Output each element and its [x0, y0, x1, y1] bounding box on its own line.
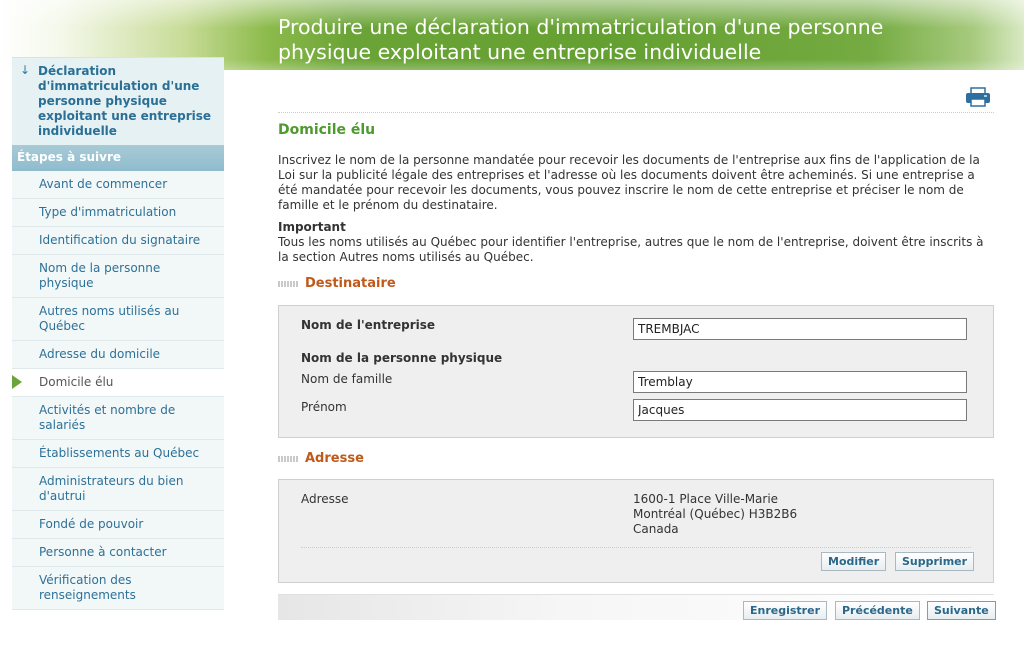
adresse-heading-label: Adresse	[305, 451, 364, 466]
sidebar-item-verification[interactable]: Vérification des renseignements	[12, 567, 224, 610]
person-heading: Nom de la personne physique	[301, 351, 503, 365]
divider	[301, 547, 971, 548]
sidebar-item-type-immatriculation[interactable]: Type d'immatriculation	[12, 199, 224, 227]
sidebar-item-domicile-elu[interactable]: Domicile élu	[12, 369, 224, 397]
important-label: Important	[278, 220, 346, 234]
delete-address-button[interactable]: Supprimer	[895, 552, 975, 571]
next-button[interactable]: Suivante	[927, 601, 996, 620]
sidebar-steps-list: Avant de commencer Type d'immatriculatio…	[12, 171, 224, 610]
form-footer: Enregistrer Précédente Suivante	[278, 594, 996, 620]
sidebar-item-administrateurs[interactable]: Administrateurs du bien d'autrui	[12, 468, 224, 511]
adresse-box: Adresse 1600-1 Place Ville-Marie Montréa…	[278, 479, 994, 583]
heading-bars-icon	[278, 280, 298, 287]
lastname-input[interactable]	[633, 371, 967, 393]
firstname-label: Prénom	[301, 400, 347, 414]
section-title: Domicile élu	[278, 122, 376, 138]
sidebar-item-personne-contacter[interactable]: Personne à contacter	[12, 539, 224, 567]
company-label: Nom de l'entreprise	[301, 318, 436, 332]
lastname-label: Nom de famille	[301, 372, 393, 386]
sidebar-item-fonde-pouvoir[interactable]: Fondé de pouvoir	[12, 511, 224, 539]
company-input[interactable]	[633, 318, 967, 340]
sidebar-item-etablissements[interactable]: Établissements au Québec	[12, 440, 224, 468]
main-content: Domicile élu Inscrivez le nom de la pers…	[248, 70, 1024, 648]
adresse-label: Adresse	[301, 492, 349, 506]
adresse-heading: Adresse	[278, 451, 364, 466]
destinataire-heading: Destinataire	[278, 276, 396, 291]
sidebar-item-autres-noms[interactable]: Autres noms utilisés au Québec	[12, 298, 224, 341]
sidebar-current-process[interactable]: ↓ Déclaration d'immatriculation d'une pe…	[12, 57, 224, 145]
sidebar: ↓ Déclaration d'immatriculation d'une pe…	[12, 57, 224, 610]
sidebar-item-adresse-domicile[interactable]: Adresse du domicile	[12, 341, 224, 369]
sidebar-item-activites-salaries[interactable]: Activités et nombre de salariés	[12, 397, 224, 440]
modify-address-button[interactable]: Modifier	[821, 552, 887, 571]
important-text: Tous les noms utilisés au Québec pour id…	[278, 235, 984, 264]
heading-bars-icon	[278, 455, 298, 462]
printer-icon[interactable]	[964, 86, 992, 108]
sidebar-steps-heading: Étapes à suivre	[12, 145, 224, 171]
destinataire-heading-label: Destinataire	[305, 276, 396, 291]
sidebar-item-nom-personne-physique[interactable]: Nom de la personne physique	[12, 255, 224, 298]
adresse-line-1: 1600-1 Place Ville-Marie	[633, 492, 779, 506]
adresse-line-2: Montréal (Québec) H3B2B6	[633, 507, 798, 521]
adresse-line-3: Canada	[633, 522, 679, 536]
sidebar-item-identification-signataire[interactable]: Identification du signataire	[12, 227, 224, 255]
divider	[278, 112, 994, 113]
save-button[interactable]: Enregistrer	[743, 601, 827, 620]
arrow-down-icon: ↓	[20, 63, 31, 77]
sidebar-current-label: Déclaration d'immatriculation d'une pers…	[38, 64, 212, 138]
destinataire-box: Nom de l'entreprise Nom de la personne p…	[278, 305, 994, 438]
previous-button[interactable]: Précédente	[835, 601, 920, 620]
firstname-input[interactable]	[633, 399, 967, 421]
adresse-value: 1600-1 Place Ville-Marie Montréal (Québe…	[633, 492, 797, 537]
page-title: Produire une déclaration d'immatriculati…	[278, 15, 884, 64]
intro-text: Inscrivez le nom de la personne mandatée…	[278, 153, 980, 212]
sidebar-item-avant-de-commencer[interactable]: Avant de commencer	[12, 171, 224, 199]
